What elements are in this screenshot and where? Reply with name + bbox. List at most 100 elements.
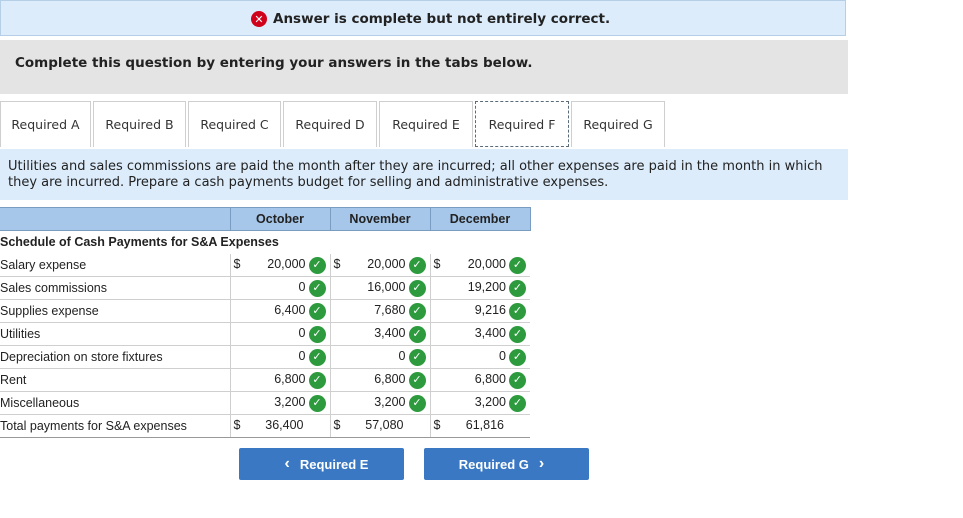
tab-required-a[interactable]: Required A — [0, 101, 91, 147]
tab-required-f[interactable]: Required F — [475, 101, 569, 147]
check-icon: ✓ — [408, 349, 426, 366]
tab-label: Required C — [200, 117, 269, 132]
check-icon: ✓ — [308, 395, 326, 412]
amount-value: 6,800 — [374, 372, 406, 386]
check-icon: ✓ — [408, 372, 426, 389]
x-circle-icon: ✕ — [251, 11, 267, 27]
tab-label: Required B — [105, 117, 174, 132]
check-icon: ✓ — [308, 326, 326, 343]
amount-value: 0 — [298, 280, 306, 294]
check-icon: ✓ — [509, 349, 526, 366]
row-label: Utilities — [0, 322, 230, 346]
amount-cell[interactable]: 0 ✓ — [229, 276, 330, 300]
amount-cell[interactable]: 7,680 ✓ — [329, 299, 430, 323]
amount-cell[interactable]: 6,400 ✓ — [229, 299, 330, 323]
amount-value: 9,216 — [474, 303, 506, 317]
amount-value: 57,080 — [365, 418, 404, 432]
table-body: Salary expense $20,000 ✓ $20,000 ✓ $20,000 ✓ Sa… — [0, 253, 530, 438]
row-label: Depreciation on store fixtures — [0, 345, 230, 369]
feedback-banner: ✕ Answer is complete but not entirely co… — [0, 0, 846, 36]
instruction-bar: Complete this question by entering your … — [0, 40, 848, 94]
next-button-label: Required G — [458, 456, 529, 472]
amount-value: 3,200 — [374, 395, 406, 409]
table-row: Miscellaneous 3,200 ✓ 3,200 ✓ 3,200 ✓ — [0, 391, 530, 415]
check-icon: ✓ — [509, 303, 526, 320]
check-icon: ✓ — [408, 280, 426, 297]
tab-label: Required F — [488, 116, 556, 132]
next-required-g-button[interactable]: Required G › — [424, 448, 589, 480]
amount-cell[interactable]: 16,000 ✓ — [329, 276, 430, 300]
tab-required-c[interactable]: Required C — [188, 101, 281, 147]
table-row: Utilities 0 ✓ 3,400 ✓ 3,400 ✓ — [0, 322, 530, 346]
tab-label: Required D — [295, 117, 365, 132]
column-header-december: December — [429, 207, 531, 231]
amount-cell[interactable]: $20,000 ✓ — [429, 253, 530, 277]
check-icon: ✓ — [509, 372, 526, 389]
row-label: Total payments for S&A expenses — [0, 414, 230, 438]
amount-cell[interactable]: $36,400 — [229, 414, 330, 438]
amount-cell[interactable]: 3,400 ✓ — [429, 322, 530, 346]
check-icon: ✓ — [308, 256, 326, 274]
prev-button-label: Required E — [299, 456, 369, 472]
table-row: Depreciation on store fixtures 0 ✓ 0 ✓ 0 ✓ — [0, 345, 530, 369]
tab-required-e[interactable]: Required E — [379, 101, 473, 147]
currency-symbol: $ — [433, 256, 441, 271]
tab-bar: Required A Required B Required C Require… — [0, 101, 667, 148]
amount-value: 61,816 — [465, 418, 504, 432]
column-header-october: October — [229, 207, 331, 231]
table-row: Salary expense $20,000 ✓ $20,000 ✓ $20,000 ✓ — [0, 253, 530, 277]
amount-cell[interactable]: $61,816 — [429, 414, 530, 438]
table-row: Total payments for S&A expenses $36,400 $5… — [0, 414, 530, 438]
amount-value: 0 — [499, 349, 506, 363]
tab-required-g[interactable]: Required G — [571, 101, 665, 147]
row-label: Rent — [0, 368, 230, 392]
amount-cell[interactable]: 6,800 ✓ — [329, 368, 430, 392]
instruction-text: Complete this question by entering your … — [15, 55, 533, 71]
row-label: Salary expense — [0, 253, 230, 277]
amount-value: 3,200 — [474, 395, 506, 409]
amount-cell[interactable]: 19,200 ✓ — [429, 276, 530, 300]
check-icon: ✓ — [308, 349, 326, 366]
tab-label: Required G — [583, 117, 653, 132]
prev-required-e-button[interactable]: ‹ Required E — [239, 448, 404, 480]
chevron-right-icon: › — [538, 455, 545, 472]
amount-cell[interactable]: $20,000 ✓ — [329, 253, 430, 277]
check-icon: ✓ — [509, 326, 526, 343]
amount-value: 0 — [298, 326, 306, 340]
amount-cell[interactable]: 0 ✓ — [229, 322, 330, 346]
amount-cell[interactable]: 3,200 ✓ — [429, 391, 530, 415]
amount-cell[interactable]: 3,200 ✓ — [329, 391, 430, 415]
amount-cell[interactable]: 6,800 ✓ — [229, 368, 330, 392]
amount-value: 20,000 — [367, 256, 406, 271]
currency-symbol: $ — [333, 418, 341, 432]
amount-cell[interactable]: $20,000 ✓ — [229, 253, 330, 277]
check-icon: ✓ — [408, 256, 426, 274]
row-label: Supplies expense — [0, 299, 230, 323]
amount-cell[interactable]: 3,200 ✓ — [229, 391, 330, 415]
tab-required-b[interactable]: Required B — [93, 101, 186, 147]
amount-cell[interactable]: 3,400 ✓ — [329, 322, 430, 346]
check-icon: ✓ — [408, 326, 426, 343]
amount-cell[interactable]: 0 ✓ — [429, 345, 530, 369]
chevron-left-icon: ‹ — [284, 455, 290, 472]
amount-value: 6,800 — [474, 372, 506, 386]
amount-cell[interactable]: 6,800 ✓ — [429, 368, 530, 392]
amount-value: 16,000 — [367, 280, 406, 294]
feedback-text: Answer is complete but not entirely corr… — [273, 11, 611, 27]
amount-cell[interactable]: 0 ✓ — [329, 345, 430, 369]
amount-value: 6,800 — [274, 372, 306, 386]
tab-label: Required E — [392, 117, 460, 132]
amount-cell[interactable]: 0 ✓ — [229, 345, 330, 369]
row-label: Sales commissions — [0, 276, 230, 300]
check-icon: ✓ — [408, 395, 426, 412]
currency-symbol: $ — [233, 418, 241, 432]
question-text: Utilities and sales commissions are paid… — [0, 149, 848, 200]
amount-cell[interactable]: $57,080 — [329, 414, 430, 438]
check-icon: ✓ — [308, 303, 326, 320]
tab-required-d[interactable]: Required D — [283, 101, 377, 147]
amount-value: 3,200 — [274, 395, 306, 409]
amount-value: 19,200 — [467, 280, 506, 294]
currency-symbol: $ — [433, 418, 441, 432]
amount-cell[interactable]: 9,216 ✓ — [429, 299, 530, 323]
table-row: Sales commissions 0 ✓ 16,000 ✓ 19,200 ✓ — [0, 276, 530, 300]
